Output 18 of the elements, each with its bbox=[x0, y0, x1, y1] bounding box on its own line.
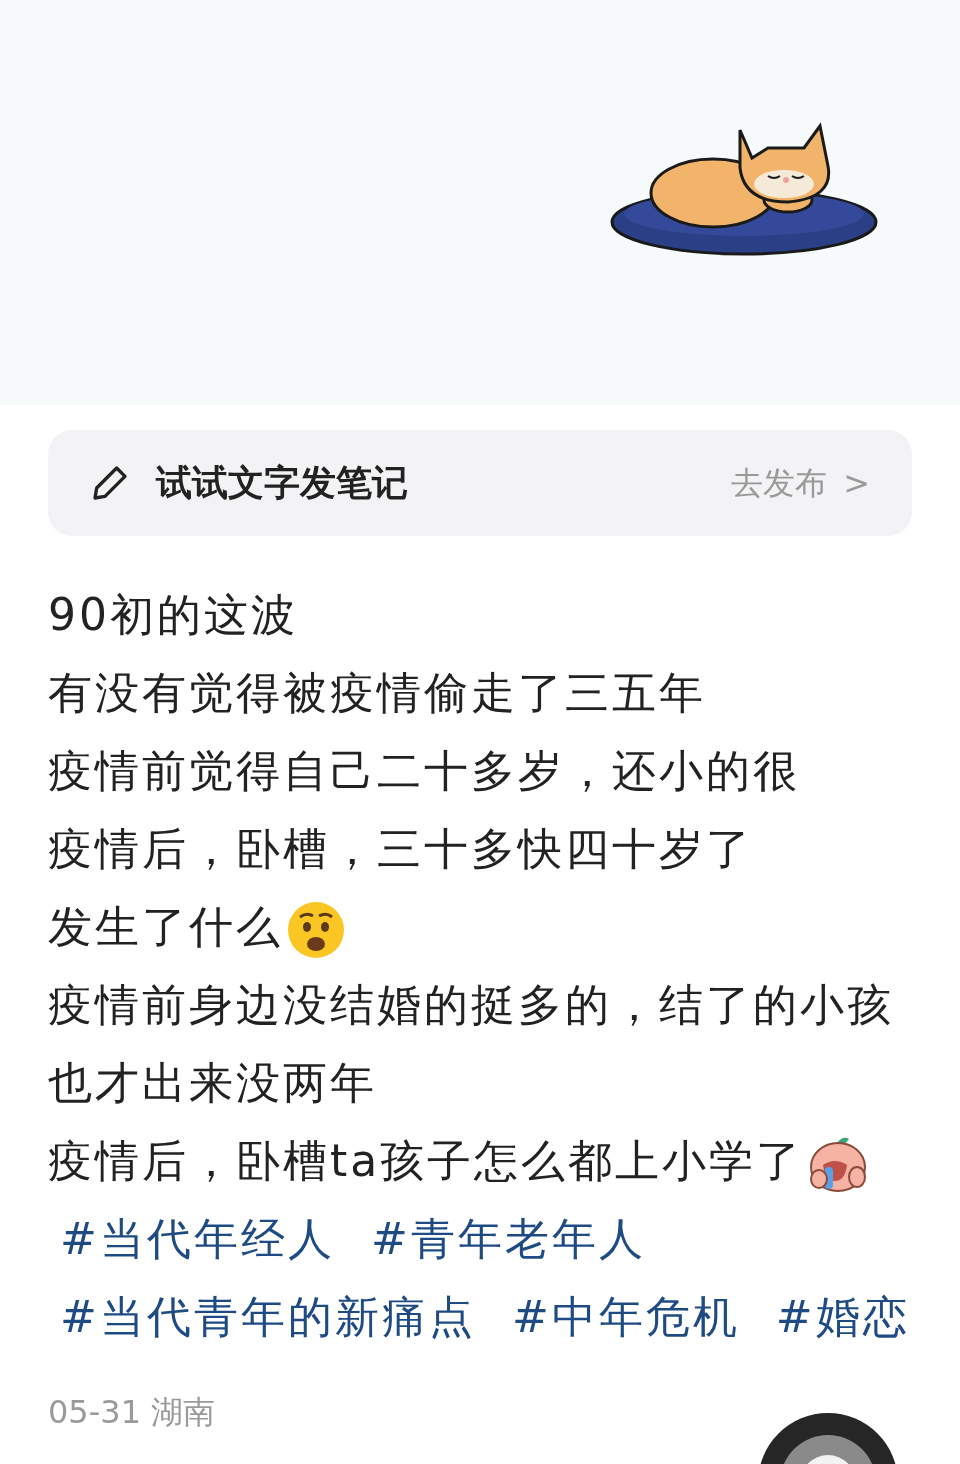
hashtag-link[interactable]: #中年危机 bbox=[511, 1278, 740, 1356]
post-text-line: 疫情后，卧槽，三十多快四十岁了 bbox=[48, 822, 754, 876]
hashtag-link[interactable]: #当代青年的新痛点 bbox=[60, 1278, 476, 1356]
post-text-line: 90初的这波 bbox=[48, 588, 299, 642]
compose-prompt: 试试文字发笔记 bbox=[156, 461, 408, 505]
post-text-line: 有没有觉得被疫情偷走了三五年 bbox=[48, 666, 707, 720]
hashtag-link[interactable]: #当代年经人 bbox=[60, 1200, 335, 1278]
post-text-line: 发生了什么 bbox=[48, 888, 912, 966]
post-text-line: 疫情后，卧槽ta孩子怎么都上小学了 bbox=[48, 1122, 912, 1200]
post-date-location: 05-31 湖南 bbox=[48, 1392, 217, 1433]
hashtag-link[interactable]: #婚恋 bbox=[775, 1278, 910, 1356]
pencil-icon bbox=[90, 463, 130, 503]
hashtag-link[interactable]: #青年老年人 bbox=[370, 1200, 646, 1278]
post-text-line: 疫情前身边没结婚的挺多的，结了的小孩也才出来没两年 bbox=[48, 978, 895, 1110]
post-text-line: 疫情前觉得自己二十多岁，还小的很 bbox=[48, 744, 801, 798]
chevron-icon: > bbox=[843, 459, 870, 507]
compose-note-bar[interactable]: 试试文字发笔记 去发布 > bbox=[48, 430, 912, 536]
shocked-face-emoji-icon bbox=[287, 901, 345, 959]
